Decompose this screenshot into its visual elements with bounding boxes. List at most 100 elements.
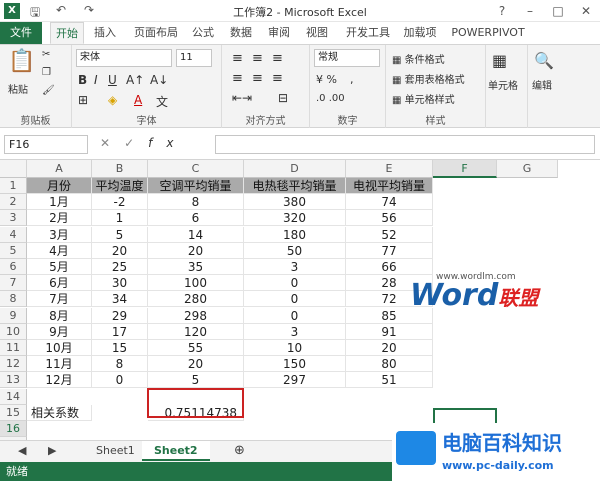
table-cell[interactable]: 0 [244,291,346,308]
table-cell[interactable]: 298 [148,307,244,324]
tab-powerpivot[interactable]: POWERPIVOT [448,22,528,44]
table-cell[interactable]: 150 [244,356,346,373]
table-cell[interactable]: 55 [148,340,244,356]
row-header[interactable]: 1 [0,178,27,194]
table-cell[interactable]: 380 [244,194,346,211]
table-cell[interactable]: 3月 [27,226,92,243]
table-cell[interactable]: 5 [148,372,244,389]
table-cell[interactable]: 6月 [27,275,92,292]
align-top-icon[interactable]: ≡ [232,51,243,66]
add-sheet-icon[interactable]: ⊕ [222,441,257,461]
table-cell[interactable]: 297 [244,372,346,389]
row-header[interactable]: 13 [0,372,27,389]
table-cell[interactable]: 5 [92,226,148,243]
copy-icon[interactable]: ❐ [42,67,51,78]
tab-review[interactable]: 审阅 [264,22,294,44]
table-header-cell[interactable]: 电视平均销量 [346,178,433,194]
table-cell[interactable]: 66 [346,259,433,275]
table-cell[interactable]: 77 [346,242,433,259]
table-cell[interactable]: 280 [148,291,244,308]
row-header[interactable]: 15 [0,404,27,421]
name-box[interactable]: F16 [4,135,88,154]
font-name-select[interactable]: 宋体 [76,49,172,67]
table-cell[interactable]: 51 [346,372,433,389]
maximize-icon[interactable]: □ [544,0,572,22]
table-cell[interactable]: 20 [346,340,433,356]
font-size-select[interactable]: 11 [176,49,212,67]
table-cell[interactable]: 80 [346,356,433,373]
table-cell[interactable]: 0 [244,275,346,292]
tab-formulas[interactable]: 公式 [188,22,218,44]
table-cell[interactable]: 6 [148,210,244,227]
column-header-g[interactable]: G [497,160,558,178]
table-cell[interactable]: 25 [92,259,148,275]
column-header-d[interactable]: D [244,160,346,178]
bold-icon[interactable]: B [78,73,87,87]
tab-sheet2[interactable]: Sheet2 [142,441,210,461]
table-header-cell[interactable]: 月份 [27,178,92,194]
table-cell[interactable]: 4月 [27,242,92,259]
minimize-icon[interactable]: – [516,0,544,22]
tab-sheet1[interactable]: Sheet1 [84,441,147,461]
row-header[interactable]: 4 [0,226,27,243]
table-cell[interactable]: 120 [148,323,244,340]
table-cell[interactable]: 8 [92,356,148,373]
table-cell[interactable]: 2月 [27,210,92,227]
tab-insert[interactable]: 插入 [90,22,120,44]
indent-icon[interactable]: ⇤⇥ [232,91,252,105]
table-cell[interactable]: 1 [92,210,148,227]
tab-data[interactable]: 数据 [226,22,256,44]
row-header[interactable]: 12 [0,356,27,373]
tab-file[interactable]: 文件 [0,22,42,44]
table-cell[interactable]: 10月 [27,340,92,356]
table-cell[interactable]: 34 [92,291,148,308]
row-header[interactable]: 5 [0,242,27,259]
table-cell[interactable]: 3 [244,259,346,275]
comma-icon[interactable]: , [350,73,354,86]
select-all-corner[interactable] [0,160,27,178]
table-cell[interactable]: 3 [244,323,346,340]
table-cell[interactable]: 20 [92,242,148,259]
table-cell[interactable]: -2 [92,194,148,211]
tab-developer[interactable]: 开发工具 [340,22,396,44]
row-header[interactable]: 9 [0,307,27,324]
table-cell[interactable]: 50 [244,242,346,259]
table-cell[interactable]: 5月 [27,259,92,275]
table-cell[interactable]: 20 [148,242,244,259]
close-icon[interactable]: ✕ [572,0,600,22]
table-cell[interactable]: 0 [92,372,148,389]
align-left-icon[interactable]: ≡ [232,71,243,86]
table-cell[interactable]: 100 [148,275,244,292]
row-header[interactable]: 3 [0,210,27,227]
help-icon[interactable]: ? [488,0,516,22]
font-shrink-icon[interactable]: A↓ [150,73,168,87]
font-grow-icon[interactable]: A↑ [126,73,144,87]
row-header[interactable]: 6 [0,259,27,275]
tab-addins[interactable]: 加载项 [400,22,440,44]
fill-color-icon[interactable]: ◈ [108,93,117,107]
formula-input[interactable] [215,135,595,154]
table-cell[interactable]: 15 [92,340,148,356]
cells-icon[interactable]: ▦ [492,51,507,70]
table-cell[interactable]: 180 [244,226,346,243]
cells-button[interactable]: 单元格 [488,77,518,92]
align-right-icon[interactable]: ≡ [272,71,283,86]
row-header[interactable]: 2 [0,194,27,211]
table-cell[interactable]: 320 [244,210,346,227]
currency-icon[interactable]: ¥ % [316,73,337,86]
table-cell[interactable]: 30 [92,275,148,292]
column-header-a[interactable]: A [27,160,92,178]
tab-page-layout[interactable]: 页面布局 [128,22,184,44]
column-header-e[interactable]: E [346,160,433,178]
table-cell[interactable]: 11月 [27,356,92,373]
row-header[interactable]: 8 [0,291,27,308]
table-cell[interactable]: 56 [346,210,433,227]
insert-function-icon[interactable]: fx [148,136,187,150]
row-header[interactable]: 11 [0,340,27,356]
editing-icon[interactable]: 🔍 [534,51,554,70]
enter-icon[interactable]: ✓ [124,136,148,150]
scroll-left-icon[interactable]: ◀ [6,441,38,461]
table-header-cell[interactable]: 空调平均销量 [148,178,244,194]
phonetic-icon[interactable]: 文 [156,93,168,110]
table-cell[interactable]: 20 [148,356,244,373]
